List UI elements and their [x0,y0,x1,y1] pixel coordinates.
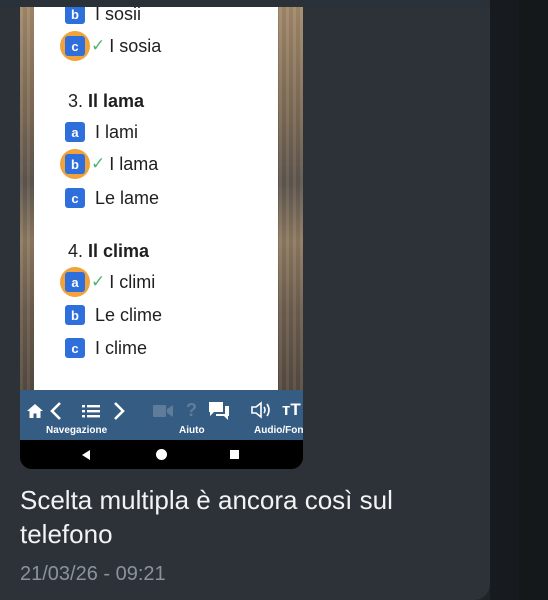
list-icon[interactable] [82,403,100,419]
option-badge: b [65,154,85,174]
speaker-icon[interactable] [250,400,272,420]
option-text: I sosia [109,35,162,56]
option-badge: b [65,7,85,24]
option-text: I sosii [95,7,142,24]
selected-ring: c [60,31,90,61]
option-row[interactable]: c Le lame [65,187,159,209]
recents-icon[interactable] [230,450,239,459]
chat-background-edge [519,0,548,600]
question-number: 4. [68,241,84,261]
top-strip [0,0,548,7]
option-badge: c [65,188,85,208]
check-icon: ✓ [91,272,106,291]
quiz-card: b I sosii c ✓ I sosia 3. Il lama a I lam… [34,7,278,397]
phone-screenshot[interactable]: b I sosii c ✓ I sosia 3. Il lama a I lam… [20,7,303,469]
question-number: 3. [68,91,84,111]
option-row[interactable]: b Le clime [65,304,162,326]
option-row-selected[interactable]: c ✓ I sosia [60,31,162,61]
help-label: Aiuto [179,425,205,436]
question-text: Il lama [88,91,145,111]
option-text: I lama [109,153,159,174]
back-icon[interactable] [82,450,90,460]
video-icon[interactable] [153,404,173,418]
chevron-right-icon[interactable] [112,401,126,421]
selected-ring: a [60,267,90,297]
text-size-icon[interactable]: ᴛT [282,400,301,420]
home-circle-icon[interactable] [156,449,167,460]
option-text: Le clime [95,304,163,325]
option-row[interactable]: a I lami [65,121,138,143]
chat-icon[interactable] [208,401,230,421]
chevron-left-icon[interactable] [49,401,63,421]
question-text: Il clima [88,241,150,261]
option-text: I clime [95,337,148,358]
selected-ring: b [60,149,90,179]
option-badge: c [65,36,85,56]
home-icon[interactable] [26,402,44,420]
option-text: I climi [109,271,156,292]
option-row-selected[interactable]: a ✓ I climi [60,267,156,297]
check-icon: ✓ [91,154,106,173]
option-badge: b [65,305,85,325]
option-text: Le lame [95,187,160,208]
option-badge: c [65,338,85,358]
option-row[interactable]: c I clime [65,337,147,359]
question-title: 4. Il clima [68,241,149,262]
message-timestamp: 21/03/26 - 09:21 [20,563,166,585]
option-text: I lami [95,121,139,142]
navigation-label: Navegazione [46,425,108,436]
option-row[interactable]: b I sosii [65,7,141,25]
question-title: 3. Il lama [68,91,144,112]
option-row-selected[interactable]: b ✓ I lama [60,149,159,179]
help-icon[interactable]: ? [186,400,197,420]
message-text: Scelta multipla è ancora così sul telefo… [20,485,393,549]
bottom-toolbar: ? ᴛT Navegazione Aiuto Audio/Fon [20,390,303,440]
audio-label: Audio/Fon [254,425,303,436]
option-badge: a [65,272,85,292]
check-icon: ✓ [91,36,106,55]
android-system-bar [20,440,303,469]
option-badge: a [65,122,85,142]
